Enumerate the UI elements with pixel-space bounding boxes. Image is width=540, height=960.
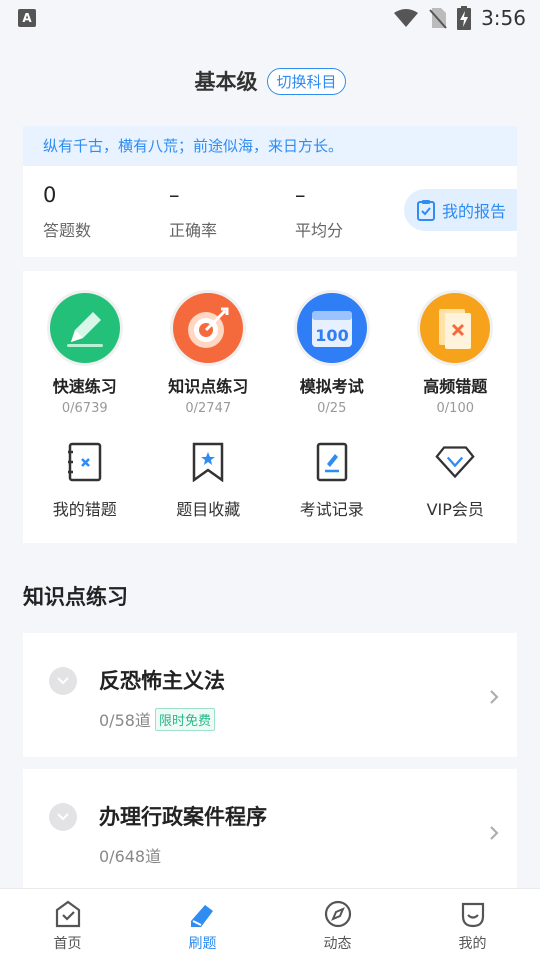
status-bar: A 3:56 [0,0,540,36]
practice-mode-row: 快速练习 0/6739 知识点练习 0/2747 100 模拟考试 0/25 高… [23,293,517,416]
mode-label: 快速练习 [52,377,117,396]
page-header: 基本级 切换科目 [0,36,540,126]
tab-label: 我的 [458,936,487,952]
mode-quick-practice[interactable]: 快速练习 0/6739 [23,293,147,416]
stat-value: – [295,182,306,207]
stat-label: 平均分 [295,220,344,240]
shortcut-label: VIP会员 [426,500,484,519]
profile-icon [461,902,484,928]
tab-practice[interactable]: 刷题 [135,889,270,960]
page-title: 基本级 [194,70,258,94]
chevron-down-icon[interactable] [49,667,77,695]
accessibility-badge-icon: A [18,9,36,27]
topic-card[interactable]: 办理行政案件程序 0/648道 [23,769,517,893]
free-tag: 限时免费 [154,707,215,731]
tab-label: 刷题 [188,936,217,952]
stat-value: 0 [43,182,57,207]
pen-tab-icon [190,905,213,927]
shortcut-row: 我的错题 题目收藏 考试记录 VIP会员 [23,442,517,520]
shortcut-label: 题目收藏 [176,500,241,519]
shortcut-exam-records[interactable]: 考试记录 [270,442,394,520]
calendar-number: 100 [315,326,348,345]
shortcut-vip[interactable]: VIP会员 [394,442,518,520]
compass-icon [324,900,351,928]
topic-meta: 0/58道 限时免费 [99,707,215,731]
topic-card[interactable]: 反恐怖主义法 0/58道 限时免费 [23,633,517,757]
shortcut-label: 我的错题 [52,500,117,519]
motto-banner: 纵有千古，横有八荒；前途似海，来日方长。 [23,126,517,166]
mode-label: 知识点练习 [168,377,249,396]
diamond-icon [435,442,475,482]
no-sim-icon [429,8,447,29]
section-title: 知识点练习 [23,585,128,609]
mode-count: 0/100 [436,401,474,416]
mode-frequent-errors[interactable]: 高频错题 0/100 [394,293,518,416]
chevron-right-icon [489,689,499,709]
battery-charging-icon [457,6,472,30]
tab-home[interactable]: 首页 [0,889,135,960]
topic-meta: 0/648道 [99,843,161,867]
shortcut-favorites[interactable]: 题目收藏 [147,442,271,520]
mode-label: 高频错题 [423,377,488,396]
stat-answer-count: 0 答题数 [43,183,169,241]
topic-count: 0/648道 [99,847,162,866]
home-check-icon [55,900,80,928]
bottom-tab-bar: 首页 刷题 动态 我的 [0,888,540,960]
mode-knowledge-practice[interactable]: 知识点练习 0/2747 [147,293,271,416]
mode-count: 0/2747 [185,401,232,416]
mode-label: 模拟考试 [299,377,364,396]
target-icon [173,293,244,363]
tab-label: 首页 [53,936,82,952]
mode-count: 0/6739 [61,401,108,416]
status-icons: 3:56 [393,6,526,30]
stat-label: 答题数 [43,220,92,240]
mode-count: 0/25 [317,401,347,416]
tab-label: 动态 [323,936,352,952]
wrong-note-icon [65,442,105,482]
clipboard-check-icon [417,200,435,221]
stat-label: 正确率 [169,220,218,240]
shortcut-label: 考试记录 [299,500,364,519]
practice-grid: 快速练习 0/6739 知识点练习 0/2747 100 模拟考试 0/25 高… [23,271,517,543]
pencil-icon [49,293,120,363]
exam-record-icon [312,442,352,482]
chevron-down-icon[interactable] [49,803,77,831]
wrong-card-icon [420,293,491,363]
shortcut-my-mistakes[interactable]: 我的错题 [23,442,147,520]
tab-mine[interactable]: 我的 [405,889,540,960]
chevron-right-icon [489,825,499,845]
topic-name: 反恐怖主义法 [99,669,225,693]
stat-accuracy: – 正确率 [169,183,295,241]
calendar-100-icon: 100 [296,293,367,363]
wifi-icon [394,9,419,27]
mode-mock-exam[interactable]: 100 模拟考试 0/25 [270,293,394,416]
clock-time: 3:56 [481,6,526,30]
topic-count: 0/58道 [99,711,151,730]
my-report-button[interactable]: 我的报告 [404,189,517,231]
switch-subject-button[interactable]: 切换科目 [267,67,346,95]
tab-feed[interactable]: 动态 [270,889,405,960]
stats-row: 0 答题数 – 正确率 – 平均分 我的报告 [23,166,517,257]
stat-average-score: – 平均分 [295,183,421,241]
bookmark-icon [188,442,228,482]
topic-name: 办理行政案件程序 [99,805,267,829]
stats-card: 纵有千古，横有八荒；前途似海，来日方长。 0 答题数 – 正确率 – 平均分 我… [23,126,517,257]
my-report-label: 我的报告 [442,202,507,221]
stat-value: – [169,182,180,207]
